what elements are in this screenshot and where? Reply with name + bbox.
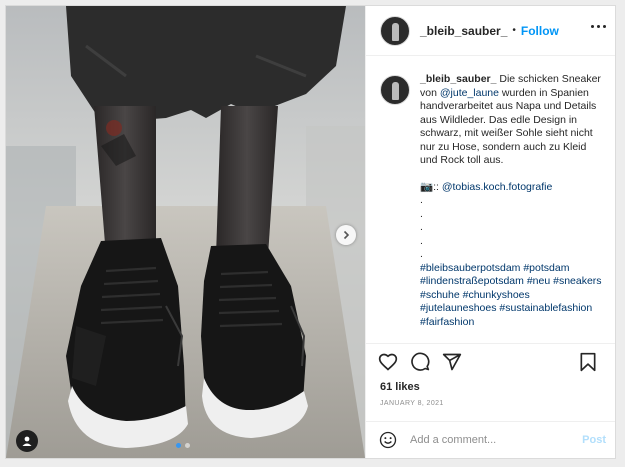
hashtag[interactable]: #chunkyshoes bbox=[463, 289, 530, 301]
post-photo[interactable] bbox=[6, 6, 365, 458]
emoji-button[interactable] bbox=[378, 430, 398, 450]
hashtag[interactable]: #potsdam bbox=[523, 262, 569, 274]
share-button[interactable] bbox=[440, 350, 464, 374]
comment-bar: Post bbox=[366, 421, 615, 458]
bookmark-icon bbox=[580, 352, 596, 372]
caption-text: _bleib_sauber_ Die schicken Sneaker von … bbox=[420, 73, 606, 329]
carousel-dot bbox=[185, 443, 190, 448]
carousel-dot-active bbox=[176, 443, 181, 448]
action-bar bbox=[366, 343, 615, 379]
caption-mention[interactable]: @jute_laune bbox=[440, 87, 499, 99]
hashtag[interactable]: #sneakers bbox=[553, 275, 601, 287]
carousel-indicator bbox=[176, 443, 190, 448]
heart-icon bbox=[378, 353, 398, 371]
hashtags: #bleibsauberpotsdam #potsdam #lindenstra… bbox=[420, 262, 606, 330]
tagged-users-button[interactable] bbox=[16, 430, 38, 452]
share-icon bbox=[442, 353, 462, 370]
hashtag[interactable]: #lindenstraßepotsdam bbox=[420, 275, 524, 287]
caption-dot: . bbox=[420, 221, 423, 233]
hashtag[interactable]: #jutelauneshoes bbox=[420, 302, 496, 314]
hashtag[interactable]: #sustainablefashion bbox=[499, 302, 592, 314]
avatar[interactable] bbox=[380, 15, 410, 46]
post-header: _bleib_sauber_ • Follow bbox=[366, 6, 615, 56]
hashtag[interactable]: #bleibsauberpotsdam bbox=[420, 262, 520, 274]
hashtag[interactable]: #neu bbox=[527, 275, 550, 287]
caption-avatar[interactable] bbox=[380, 75, 410, 105]
caption-username[interactable]: _bleib_sauber_ bbox=[420, 73, 496, 85]
credit-mention[interactable]: @tobias.koch.fotografie bbox=[442, 181, 552, 193]
caption-dot: . bbox=[420, 234, 423, 247]
sneaker-photo bbox=[6, 6, 365, 458]
caption-dot: . bbox=[420, 207, 423, 220]
likes-count[interactable]: 61 likes bbox=[380, 381, 420, 393]
user-tag-icon bbox=[22, 436, 32, 446]
comment-icon bbox=[411, 352, 430, 371]
post-comment-button[interactable]: Post bbox=[582, 434, 606, 446]
caption-dot: . bbox=[420, 194, 423, 206]
post-date[interactable]: JANUARY 8, 2021 bbox=[380, 400, 444, 407]
post-card: _bleib_sauber_ • Follow _bleib_sauber_ D… bbox=[5, 5, 616, 459]
carousel-next-button[interactable] bbox=[336, 225, 356, 245]
hashtag[interactable]: #schuhe bbox=[420, 289, 460, 301]
comment-button[interactable] bbox=[408, 350, 432, 374]
caption-dot: . bbox=[420, 248, 423, 260]
header-separator: • bbox=[512, 25, 516, 36]
follow-button[interactable]: Follow bbox=[521, 24, 559, 38]
more-options-icon[interactable] bbox=[591, 25, 606, 28]
like-button[interactable] bbox=[376, 350, 400, 374]
comment-input[interactable] bbox=[408, 433, 583, 447]
post-side-panel: _bleib_sauber_ • Follow _bleib_sauber_ D… bbox=[365, 6, 615, 458]
hashtag[interactable]: #fairfashion bbox=[420, 316, 474, 328]
header-username[interactable]: _bleib_sauber_ bbox=[420, 24, 507, 38]
camera-credit-prefix: 📷:: bbox=[420, 180, 442, 193]
comments-area[interactable]: _bleib_sauber_ Die schicken Sneaker von … bbox=[366, 57, 615, 343]
chevron-right-icon bbox=[343, 230, 350, 240]
caption: _bleib_sauber_ Die schicken Sneaker von … bbox=[366, 57, 615, 329]
emoji-icon bbox=[379, 431, 397, 449]
save-button[interactable] bbox=[576, 350, 600, 374]
